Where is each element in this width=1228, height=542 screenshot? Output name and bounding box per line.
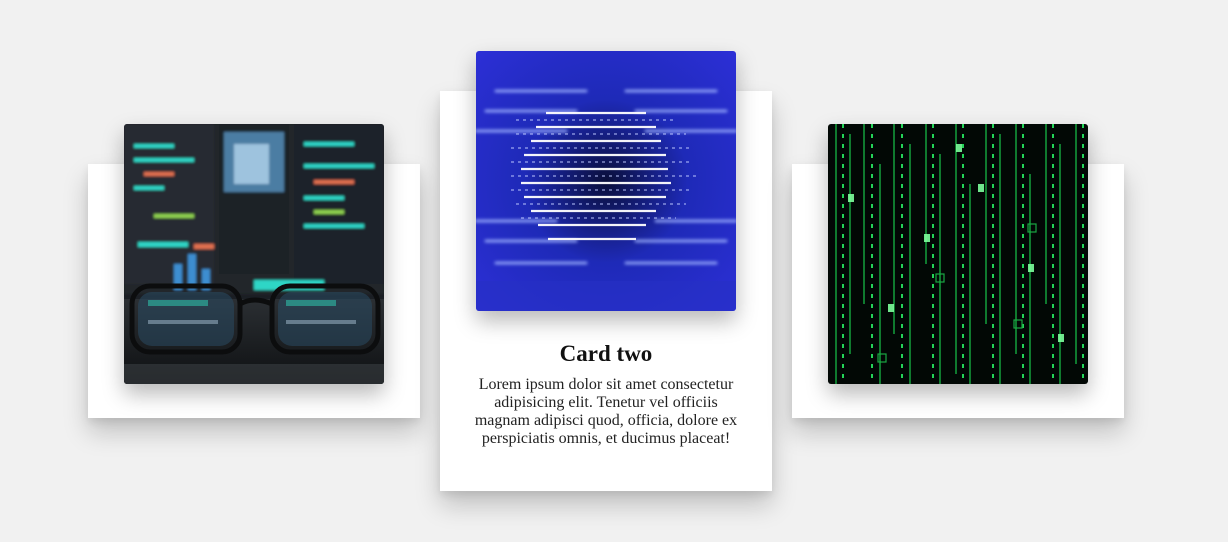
card-one[interactable]: [88, 124, 420, 418]
matrix-code-image: [828, 124, 1088, 384]
card-three[interactable]: [792, 124, 1124, 418]
blurred-blue-code-icon: [476, 51, 736, 311]
code-monitor-image: [124, 124, 384, 384]
blurred-code-image: [476, 51, 736, 311]
card-gallery: Card two Lorem ipsum dolor sit amet cons…: [0, 0, 1228, 542]
code-monitor-with-glasses-icon: [124, 124, 384, 384]
card-text: Lorem ipsum dolor sit amet consectetur a…: [474, 376, 738, 447]
green-matrix-code-icon: [828, 124, 1088, 384]
card-title: Card two: [559, 341, 653, 366]
card-two[interactable]: Card two Lorem ipsum dolor sit amet cons…: [440, 51, 772, 491]
